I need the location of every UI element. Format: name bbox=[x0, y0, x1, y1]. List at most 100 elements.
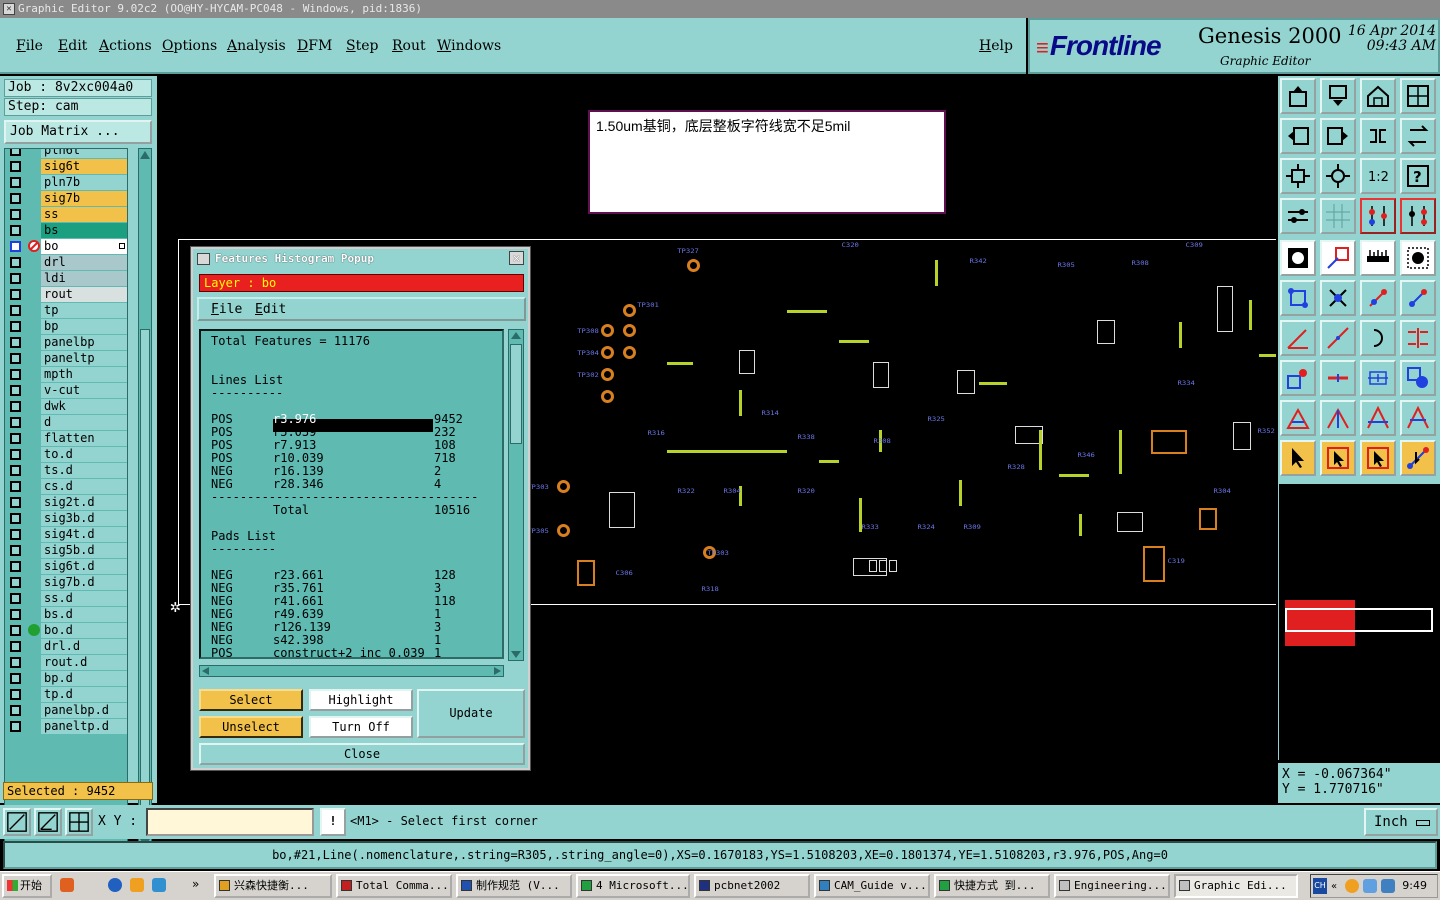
xy-input[interactable] bbox=[146, 808, 314, 836]
measure-tool-icon[interactable] bbox=[1280, 198, 1316, 234]
layer-row-sig4t.d[interactable]: sig4t.d bbox=[7, 527, 127, 542]
layer-checkbox[interactable] bbox=[10, 225, 21, 236]
snap-grid-icon[interactable] bbox=[65, 808, 93, 836]
histogram-list[interactable]: Total Features = 11176 Lines List ------… bbox=[199, 329, 504, 659]
menu-file[interactable]: File bbox=[16, 38, 43, 54]
task-item-active[interactable]: Graphic Edi... bbox=[1174, 874, 1298, 898]
overview-panel[interactable] bbox=[1278, 484, 1440, 760]
layer-checkbox[interactable] bbox=[10, 497, 21, 508]
quicklaunch-icon[interactable] bbox=[152, 878, 166, 892]
home-icon[interactable] bbox=[1360, 78, 1396, 114]
popup-close-icon[interactable]: ✕ bbox=[509, 251, 524, 265]
ie-icon[interactable] bbox=[108, 878, 122, 892]
tray-app-icon[interactable] bbox=[1363, 879, 1377, 893]
snap-diagonal-icon[interactable] bbox=[3, 808, 31, 836]
layer-row-sig7b[interactable]: sig7b bbox=[7, 191, 127, 206]
layer-row-sig6t.d[interactable]: sig6t.d bbox=[7, 559, 127, 574]
layer-checkbox[interactable] bbox=[10, 609, 21, 620]
pad-count[interactable]: 1 bbox=[434, 647, 441, 658]
scroll-thumb[interactable] bbox=[140, 329, 150, 809]
layer-checkbox[interactable] bbox=[10, 385, 21, 396]
menu-help[interactable]: Help bbox=[979, 38, 1013, 54]
window-split-icon[interactable] bbox=[1400, 78, 1436, 114]
popup-title-bar[interactable]: Features Histogram Popup ✕ bbox=[193, 249, 528, 269]
layer-down-icon[interactable] bbox=[1320, 78, 1356, 114]
warning-icon[interactable]: ! bbox=[320, 808, 346, 836]
pointer-box-icon[interactable] bbox=[1320, 440, 1356, 476]
layer-row-to.d[interactable]: to.d bbox=[7, 447, 127, 462]
note-box[interactable]: 1.50um基铜，底层整板字符线宽不足5mil bbox=[588, 110, 946, 214]
angle-icon[interactable] bbox=[1280, 320, 1316, 356]
pan-left-icon[interactable] bbox=[1280, 118, 1316, 154]
job-matrix-button[interactable]: Job Matrix ... bbox=[4, 120, 152, 144]
task-item[interactable]: 制作规范 (V... bbox=[456, 874, 572, 898]
layer-row-bs.d[interactable]: bs.d bbox=[7, 607, 127, 622]
select-box-icon[interactable] bbox=[1400, 240, 1436, 276]
layer-row-dwk[interactable]: dwk bbox=[7, 399, 127, 414]
menu-rout[interactable]: Rout bbox=[392, 38, 426, 54]
grid-icon[interactable] bbox=[1320, 198, 1356, 234]
connect-nodes-icon[interactable] bbox=[1280, 280, 1316, 316]
layer-checkbox[interactable] bbox=[10, 417, 21, 428]
layer-checkbox[interactable] bbox=[10, 465, 21, 476]
layer-checkbox[interactable] bbox=[10, 673, 21, 684]
layer-checkbox[interactable] bbox=[10, 209, 21, 220]
highlight-button[interactable]: Highlight bbox=[309, 689, 413, 711]
layer-checkbox[interactable] bbox=[10, 337, 21, 348]
circle-group-icon[interactable] bbox=[1400, 360, 1436, 396]
layer-checkbox[interactable] bbox=[10, 481, 21, 492]
turn-off-button[interactable]: Turn Off bbox=[309, 716, 413, 738]
line-node-alt-icon[interactable] bbox=[1400, 280, 1436, 316]
snap-angle-icon[interactable] bbox=[34, 808, 62, 836]
task-item[interactable]: 4 Microsoft... bbox=[576, 874, 690, 898]
snapshot-icon[interactable] bbox=[1280, 240, 1316, 276]
pan-right-icon[interactable] bbox=[1320, 118, 1356, 154]
histogram-vertical-scrollbar[interactable] bbox=[508, 329, 524, 661]
start-button[interactable]: 开始 bbox=[2, 874, 52, 898]
ruler-icon[interactable] bbox=[1360, 240, 1396, 276]
unselect-button[interactable]: Unselect bbox=[199, 716, 303, 738]
layer-checkbox[interactable] bbox=[10, 177, 21, 188]
layer-row-sig5b.d[interactable]: sig5b.d bbox=[7, 543, 127, 558]
layer-checkbox[interactable] bbox=[10, 161, 21, 172]
layer-checkbox[interactable] bbox=[10, 721, 21, 732]
layer-row-bs[interactable]: bs bbox=[7, 223, 127, 238]
layer-list[interactable]: pln6t sig6t pln7b sig7b ss bs bo drl ldi rout tp bp… bbox=[4, 148, 128, 848]
layer-row-pln6t[interactable]: pln6t bbox=[7, 149, 127, 158]
pad-pol[interactable]: POS bbox=[211, 647, 233, 658]
close-button[interactable]: Close bbox=[199, 743, 525, 765]
triangle-d-icon[interactable] bbox=[1400, 400, 1436, 436]
pointer-node-icon[interactable] bbox=[1400, 440, 1436, 476]
arc-icon[interactable] bbox=[1360, 320, 1396, 356]
cross-nodes-icon[interactable] bbox=[1320, 280, 1356, 316]
layer-checkbox[interactable] bbox=[10, 705, 21, 716]
popup-menu-edit[interactable]: Edit bbox=[255, 302, 286, 317]
layer-row-flatten[interactable]: flatten bbox=[7, 431, 127, 446]
layer-row-d[interactable]: d bbox=[7, 415, 127, 430]
help-query-icon[interactable]: ? bbox=[1400, 158, 1436, 194]
mirror-icon[interactable] bbox=[1360, 118, 1396, 154]
layer-row-bo.d[interactable]: bo.d bbox=[7, 623, 127, 638]
layer-checkbox[interactable] bbox=[10, 689, 21, 700]
layer-row-mpth[interactable]: mpth bbox=[7, 367, 127, 382]
menu-options[interactable]: Options bbox=[162, 38, 217, 54]
layer-checkbox[interactable] bbox=[10, 149, 21, 156]
triangle-a-icon[interactable] bbox=[1280, 400, 1316, 436]
layer-row-v-cut[interactable]: v-cut bbox=[7, 383, 127, 398]
layer-row-ts.d[interactable]: ts.d bbox=[7, 463, 127, 478]
triangle-c-icon[interactable] bbox=[1360, 400, 1396, 436]
layer-checkbox[interactable] bbox=[10, 273, 21, 284]
net-highlight-icon[interactable] bbox=[1400, 198, 1436, 234]
scroll-down-icon[interactable] bbox=[511, 651, 521, 658]
layer-row-rout.d[interactable]: rout.d bbox=[7, 655, 127, 670]
pad-sym[interactable]: construct+2_inc_0.039 bbox=[273, 647, 425, 658]
layer-row-tp.d[interactable]: tp.d bbox=[7, 687, 127, 702]
dimension-icon[interactable] bbox=[1360, 360, 1396, 396]
popup-menu-file[interactable]: File bbox=[211, 302, 242, 317]
task-item[interactable]: pcbnet2002 bbox=[694, 874, 810, 898]
layer-row-cs.d[interactable]: cs.d bbox=[7, 479, 127, 494]
layer-row-paneltp.d[interactable]: paneltp.d bbox=[7, 719, 127, 734]
layer-checkbox[interactable] bbox=[10, 321, 21, 332]
layer-checkbox[interactable] bbox=[10, 593, 21, 604]
zoom-fit-icon[interactable] bbox=[1280, 158, 1316, 194]
